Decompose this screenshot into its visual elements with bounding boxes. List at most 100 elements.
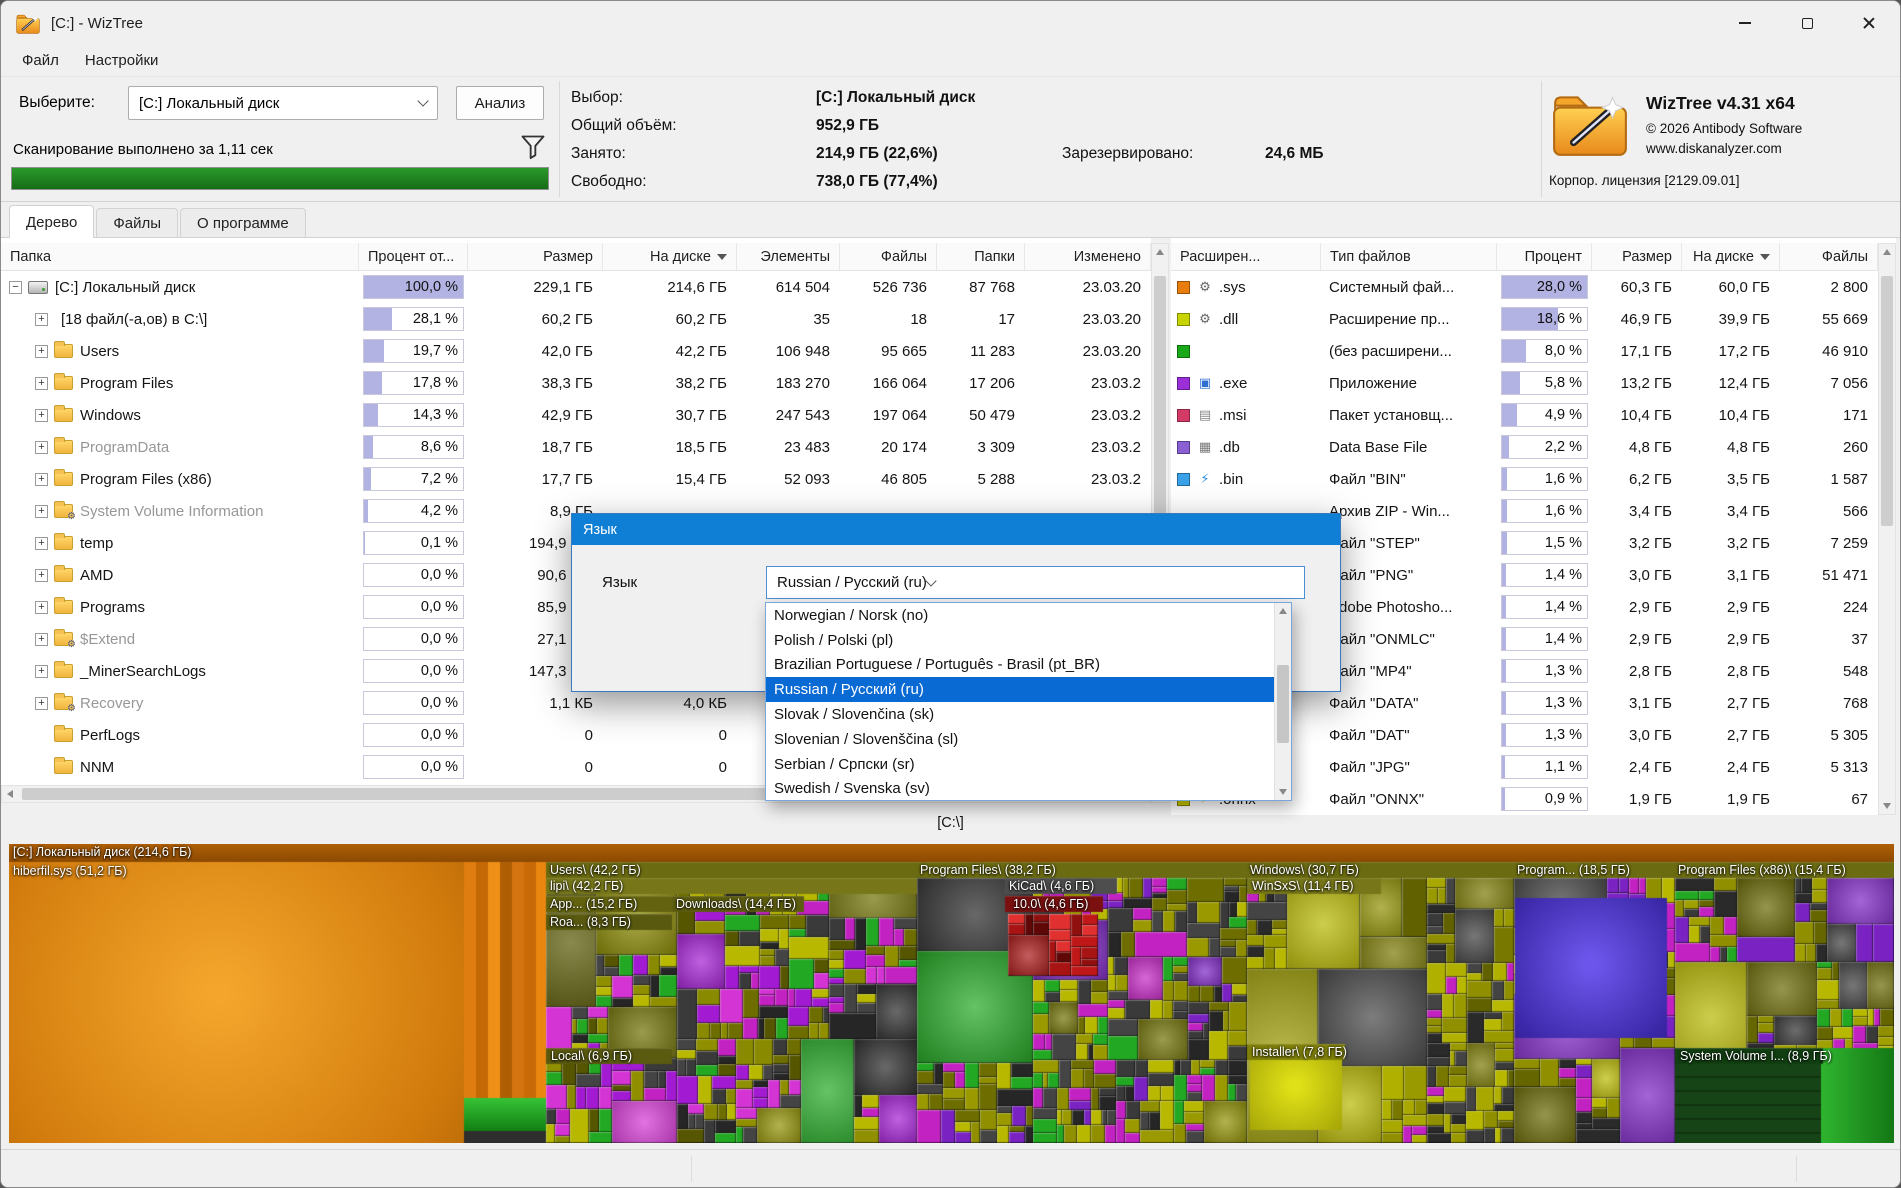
cell-size: 60,2 ГБ	[468, 303, 603, 335]
treemap-canvas[interactable]	[9, 844, 1894, 1143]
ext-column-header[interactable]: Процент	[1497, 243, 1592, 270]
ext-row[interactable]: ▤.msiПакет установщ...4,9 %10,4 ГБ10,4 Г…	[1171, 399, 1878, 431]
cell-size: 3,2 ГБ	[1592, 527, 1682, 559]
expand-icon[interactable]: +	[35, 409, 48, 422]
expand-icon[interactable]: +	[35, 313, 48, 326]
tree-row[interactable]: +Program Files (x86)7,2 %17,7 ГБ15,4 ГБ5…	[1, 463, 1151, 495]
language-option[interactable]: Serbian / Српски (sr)	[766, 752, 1275, 777]
cell-folders: 17 206	[937, 367, 1025, 399]
ext-column-header[interactable]: Расширен...	[1171, 243, 1321, 270]
tab-files[interactable]: Файлы	[96, 208, 178, 237]
ext-row[interactable]: ⚙.sysСистемный фай...28,0 %60,3 ГБ60,0 Г…	[1171, 271, 1878, 303]
maximize-button[interactable]	[1776, 1, 1838, 45]
tree-column-header[interactable]: Папки	[937, 243, 1025, 270]
cell-items: 614 504	[737, 271, 840, 303]
tree-column-header[interactable]: Папка	[1, 243, 359, 270]
expand-icon[interactable]: +	[35, 665, 48, 678]
file-type-cell: Файл "MP4"	[1321, 655, 1497, 687]
tree-row[interactable]: +ProgramData8,6 %18,7 ГБ18,5 ГБ23 48320 …	[1, 431, 1151, 463]
drive-combobox[interactable]: [C:] Локальный диск	[128, 86, 438, 120]
language-option[interactable]: Norwegian / Norsk (no)	[766, 603, 1275, 628]
cell-disk: 15,4 ГБ	[603, 463, 737, 495]
ext-row[interactable]: ⚡.binФайл "BIN"1,6 %6,2 ГБ3,5 ГБ1 587	[1171, 463, 1878, 495]
expand-icon[interactable]: +	[35, 441, 48, 454]
tab-about[interactable]: О программе	[180, 208, 306, 237]
expand-icon[interactable]: +	[35, 601, 48, 614]
ext-column-header[interactable]: На диске	[1682, 243, 1780, 270]
cell-size: 3,0 ГБ	[1592, 719, 1682, 751]
expand-icon[interactable]: +	[35, 697, 48, 710]
percent-bar: 1,4 %	[1501, 595, 1588, 619]
free-label: Свободно:	[571, 173, 816, 191]
scroll-left-icon[interactable]	[7, 790, 13, 798]
collapse-icon[interactable]: −	[9, 281, 22, 294]
website-link[interactable]: www.diskanalyzer.com	[1646, 141, 1782, 156]
tree-column-header[interactable]: Изменено	[1025, 243, 1151, 270]
language-combobox[interactable]: Russian / Русский (ru)	[766, 566, 1305, 599]
scrollbar-thumb[interactable]	[1881, 276, 1893, 526]
file-type-cell: Файл "ONMLC"	[1321, 623, 1497, 655]
close-button[interactable]	[1838, 1, 1900, 45]
tab-tree[interactable]: Дерево	[9, 205, 94, 238]
expand-icon[interactable]: +	[35, 537, 48, 550]
scroll-down-icon[interactable]	[1883, 803, 1891, 809]
language-option[interactable]: Polish / Polski (pl)	[766, 628, 1275, 653]
tree-row[interactable]: +Users19,7 %42,0 ГБ42,2 ГБ106 94895 6651…	[1, 335, 1151, 367]
sort-desc-icon	[1760, 254, 1770, 260]
cell-files: 18	[840, 303, 937, 335]
scrollbar-thumb[interactable]	[1277, 665, 1289, 743]
expand-icon[interactable]: +	[35, 377, 48, 390]
extension-cell	[1171, 335, 1321, 367]
expand-icon[interactable]: +	[35, 633, 48, 646]
tree-row[interactable]: −[C:] Локальный диск100,0 %229,1 ГБ214,6…	[1, 271, 1151, 303]
tree-column-header[interactable]: На диске	[603, 243, 737, 270]
ext-row[interactable]: ▦.dbData Base File2,2 %4,8 ГБ4,8 ГБ260	[1171, 431, 1878, 463]
expand-icon[interactable]: +	[35, 473, 48, 486]
scroll-up-icon[interactable]	[1279, 608, 1287, 614]
expand-icon[interactable]: +	[35, 505, 48, 518]
tree-row[interactable]: +Windows14,3 %42,9 ГБ30,7 ГБ247 543197 0…	[1, 399, 1151, 431]
filter-icon[interactable]	[519, 133, 547, 161]
ext-column-header[interactable]: Файлы	[1780, 243, 1878, 270]
expand-icon[interactable]: +	[35, 569, 48, 582]
minimize-button[interactable]	[1714, 1, 1776, 45]
analyze-button[interactable]: Анализ	[456, 86, 544, 120]
ext-row[interactable]: ⚙.dllРасширение пр...18,6 %46,9 ГБ39,9 Г…	[1171, 303, 1878, 335]
treemap-block-label: System Volume I... (8,9 ГБ)	[1680, 1049, 1832, 1064]
tree-column-header[interactable]: Размер	[468, 243, 603, 270]
menu-settings[interactable]: Настройки	[72, 48, 172, 73]
menu-file[interactable]: Файл	[9, 48, 72, 73]
tree-column-header[interactable]: Процент от...	[359, 243, 468, 270]
ext-vertical-scrollbar[interactable]	[1878, 243, 1896, 815]
scroll-up-icon[interactable]	[1883, 249, 1891, 255]
language-option[interactable]: Brazilian Portuguese / Português - Brasi…	[766, 653, 1275, 678]
tree-column-header[interactable]: Файлы	[840, 243, 937, 270]
percent-bar: 0,0 %	[363, 659, 464, 683]
scroll-down-icon[interactable]	[1279, 789, 1287, 795]
extension-color-swatch	[1177, 313, 1190, 326]
language-option[interactable]: Swedish / Svenska (sv)	[766, 777, 1275, 802]
scroll-up-icon[interactable]	[1156, 249, 1164, 255]
ext-row[interactable]: ▣.exeПриложение5,8 %13,2 ГБ12,4 ГБ7 056	[1171, 367, 1878, 399]
dropdown-scrollbar[interactable]	[1274, 603, 1291, 800]
extension-color-swatch	[1177, 281, 1190, 294]
expand-icon[interactable]: +	[35, 345, 48, 358]
tree-row[interactable]: +[18 файл(-а,ов) в C:\]28,1 %60,2 ГБ60,2…	[1, 303, 1151, 335]
cell-files: 7 056	[1780, 367, 1878, 399]
dialog-title-bar[interactable]: Язык	[572, 514, 1340, 545]
language-dropdown-list: Norwegian / Norsk (no)Polish / Polski (p…	[765, 602, 1292, 801]
folder-name-cell: NNM	[1, 751, 359, 783]
folder-name: $Extend	[80, 631, 135, 648]
ext-column-header[interactable]: Размер	[1592, 243, 1682, 270]
cell-files: 37	[1780, 623, 1878, 655]
tree-column-header[interactable]: Элементы	[737, 243, 840, 270]
language-option[interactable]: Slovenian / Slovenščina (sl)	[766, 727, 1275, 752]
tree-row[interactable]: +Program Files17,8 %38,3 ГБ38,2 ГБ183 27…	[1, 367, 1151, 399]
language-option[interactable]: Russian / Русский (ru)	[766, 677, 1275, 702]
treemap-view[interactable]: [C:] Локальный диск (214,6 ГБ) hiberfil.…	[9, 844, 1894, 1143]
ext-row[interactable]: (без расширени...8,0 %17,1 ГБ17,2 ГБ46 9…	[1171, 335, 1878, 367]
ext-column-header[interactable]: Тип файлов	[1321, 243, 1497, 270]
percent-bar: 1,1 %	[1501, 755, 1588, 779]
folder-icon	[54, 408, 73, 422]
language-option[interactable]: Slovak / Slovenčina (sk)	[766, 702, 1275, 727]
